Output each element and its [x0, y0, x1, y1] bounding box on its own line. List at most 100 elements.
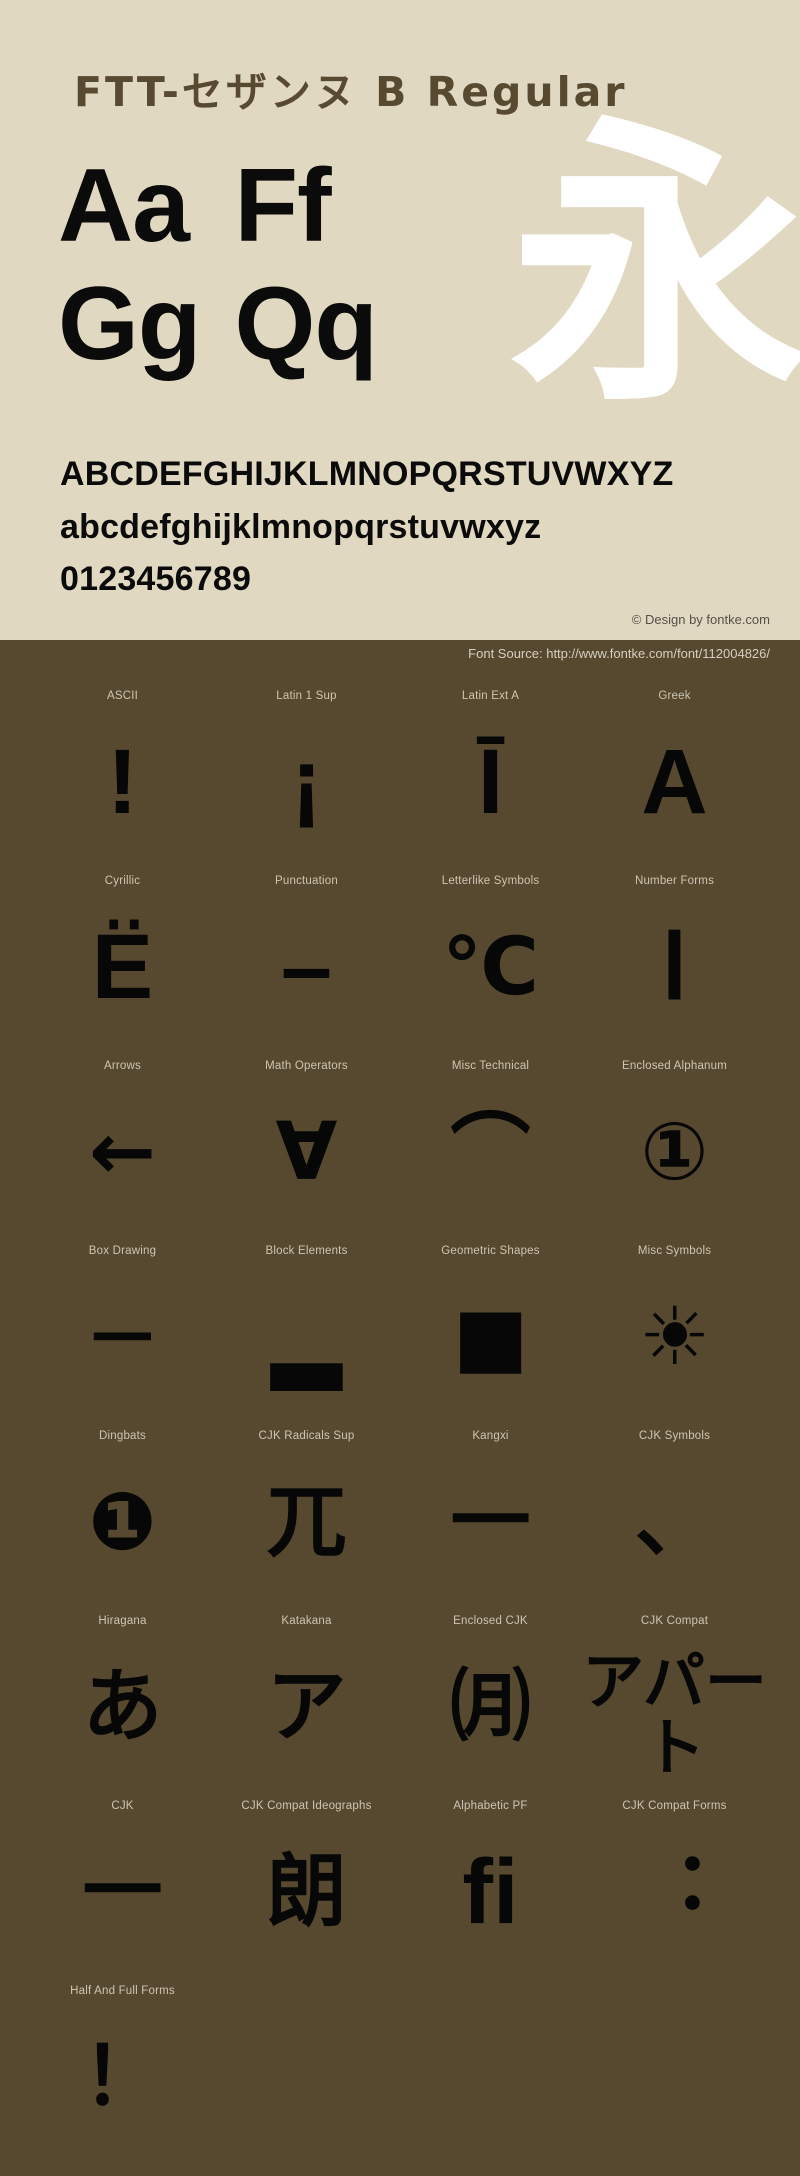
unicode-block-cell: Alphabetic PF ﬁ [398, 1784, 583, 1969]
unicode-block-grid: ASCII ! Latin 1 Sup ¡ Latin Ext A Ī Gree… [0, 674, 800, 2154]
unicode-block-glyph: あ [82, 1660, 163, 1753]
unicode-block-cell: CJK 一 [30, 1784, 215, 1969]
unicode-block-label: Hiragana [98, 1615, 147, 1627]
unicode-block-glyph: ¡ [291, 731, 322, 833]
unicode-block-cell: Katakana ア [214, 1599, 399, 1784]
unicode-block-label: Half And Full Forms [70, 1985, 175, 1997]
unicode-block-row: Arrows ← Math Operators ∀ Misc Technical… [0, 1044, 800, 1229]
unicode-block-glyph: Ī [477, 731, 504, 833]
unicode-block-label: Latin 1 Sup [276, 690, 337, 702]
large-sample-gg: Gg [58, 266, 201, 382]
unicode-block-glyph: 朗 [266, 1845, 347, 1938]
unicode-block-row: Cyrillic Ё Punctuation – Letterlike Symb… [0, 859, 800, 1044]
unicode-block-label: Letterlike Symbols [441, 875, 540, 887]
unicode-block-label: Geometric Shapes [441, 1245, 540, 1257]
unicode-block-glyph: アパート [582, 1645, 767, 1778]
unicode-block-glyph: ⌒ [450, 1105, 531, 1198]
unicode-block-label: Alphabetic PF [453, 1800, 528, 1812]
unicode-block-glyph: ︓ [634, 1845, 715, 1938]
unicode-block-glyph: ㈪ [450, 1660, 531, 1753]
unicode-block-cell: Half And Full Forms ！ [30, 1969, 215, 2154]
unicode-block-label: Number Forms [634, 875, 715, 887]
unicode-block-label: Kangxi [472, 1430, 509, 1442]
specimen-panel: FTT-セザンヌ B Regular Aa Ff Gg Qq 永 ABCDEFG… [0, 0, 800, 640]
digits-row: 0123456789 [60, 560, 252, 598]
unicode-block-glyph: ! [107, 731, 138, 833]
unicode-block-label: Punctuation [275, 875, 338, 887]
unicode-block-glyph: Ё [91, 916, 154, 1018]
unicode-block-cell: Dingbats ❶ [30, 1414, 215, 1599]
unicode-block-cell: Enclosed Alphanum ① [582, 1044, 767, 1229]
unicode-block-label: Math Operators [265, 1060, 348, 1072]
large-sample-cjk: 永 [510, 93, 800, 442]
unicode-block-cell: CJK Compat アパート [582, 1599, 767, 1784]
unicode-block-glyph: 一 [82, 1845, 163, 1938]
unicode-block-label: Block Elements [265, 1245, 348, 1257]
unicode-block-cell: Box Drawing ─ [30, 1229, 215, 1414]
font-source-link[interactable]: Font Source: http://www.fontke.com/font/… [468, 646, 770, 661]
unicode-block-cell: Latin Ext A Ī [398, 674, 583, 859]
unicode-block-label: Enclosed CJK [453, 1615, 528, 1627]
unicode-block-label: ASCII [106, 690, 139, 702]
unicode-block-glyph: ∀ [275, 1105, 338, 1198]
large-sample-grid: Aa Ff Gg Qq 永 [58, 118, 800, 440]
unicode-block-cell: Kangxi 一 [398, 1414, 583, 1599]
design-credit: © Design by fontke.com [631, 612, 770, 627]
unicode-block-cell: Block Elements ▂ [214, 1229, 399, 1414]
unicode-block-label: Box Drawing [88, 1245, 157, 1257]
uppercase-alphabet: ABCDEFGHIJKLMNOPQRSTUVWXYZ [60, 455, 674, 493]
unicode-block-cell: Misc Symbols ☀ [582, 1229, 767, 1414]
unicode-block-cell: Enclosed CJK ㈪ [398, 1599, 583, 1784]
unicode-block-label: CJK Compat Ideographs [241, 1800, 372, 1812]
unicode-block-glyph: ← [88, 1105, 157, 1198]
unicode-block-glyph: ① [640, 1105, 709, 1198]
unicode-block-glyph: 兀 [266, 1475, 347, 1568]
unicode-block-row: Hiragana あ Katakana ア Enclosed CJK ㈪ CJK… [0, 1599, 800, 1784]
unicode-block-cell: Misc Technical ⌒ [398, 1044, 583, 1229]
unicode-block-glyph: ☀ [638, 1290, 711, 1383]
large-sample-qq: Qq [234, 266, 377, 382]
unicode-block-glyph: – [280, 916, 333, 1018]
unicode-block-cell: Hiragana あ [30, 1599, 215, 1784]
unicode-block-row: Half And Full Forms ！ [0, 1969, 800, 2154]
unicode-block-label: Dingbats [99, 1430, 146, 1442]
unicode-block-glyph: ア [266, 1660, 347, 1753]
unicode-block-label: CJK Symbols [638, 1430, 711, 1442]
lowercase-alphabet: abcdefghijklmnopqrstuvwxyz [60, 508, 542, 546]
unicode-block-label: Misc Technical [451, 1060, 530, 1072]
unicode-block-cell: Geometric Shapes ■ [398, 1229, 583, 1414]
unicode-block-row: Dingbats ❶ CJK Radicals Sup 兀 Kangxi 一 C… [0, 1414, 800, 1599]
unicode-block-label: Enclosed Alphanum [621, 1060, 728, 1072]
unicode-block-label: CJK Radicals Sup [258, 1430, 355, 1442]
unicode-block-cell: Cyrillic Ё [30, 859, 215, 1044]
unicode-block-cell: Punctuation – [214, 859, 399, 1044]
unicode-block-cell: ASCII ! [30, 674, 215, 859]
unicode-block-cell: Greek Α [582, 674, 767, 859]
unicode-block-cell: CJK Compat Ideographs 朗 [214, 1784, 399, 1969]
large-sample-aa: Aa [58, 148, 190, 264]
unicode-block-label: CJK [111, 1800, 134, 1812]
unicode-block-cell: Latin 1 Sup ¡ [214, 674, 399, 859]
unicode-block-row: ASCII ! Latin 1 Sup ¡ Latin Ext A Ī Gree… [0, 674, 800, 859]
unicode-block-cell: Letterlike Symbols ℃ [398, 859, 583, 1044]
unicode-block-label: Latin Ext A [461, 690, 520, 702]
unicode-block-glyph: ﬁ [462, 1841, 519, 1943]
large-sample-ff: Ff [234, 148, 331, 264]
unicode-block-glyph: ℃ [442, 920, 539, 1013]
unicode-block-cell: Number Forms Ⅰ [582, 859, 767, 1044]
unicode-block-cell: Math Operators ∀ [214, 1044, 399, 1229]
unicode-block-glyph: ─ [94, 1283, 151, 1390]
unicode-block-label: Arrows [104, 1060, 141, 1072]
unicode-block-label: CJK Compat Forms [622, 1800, 727, 1812]
unicode-block-glyph: ▂ [271, 1283, 342, 1390]
unicode-block-label: CJK Compat [640, 1615, 709, 1627]
unicode-block-row: Box Drawing ─ Block Elements ▂ Geometric… [0, 1229, 800, 1414]
unicode-block-cell: CJK Radicals Sup 兀 [214, 1414, 399, 1599]
font-specimen-page: FTT-セザンヌ B Regular Aa Ff Gg Qq 永 ABCDEFG… [0, 0, 800, 2176]
unicode-block-glyph: 、 [634, 1475, 715, 1568]
unicode-block-label: Misc Symbols [637, 1245, 712, 1257]
unicode-block-glyph: 一 [450, 1475, 531, 1568]
unicode-block-cell: Arrows ← [30, 1044, 215, 1229]
unicode-block-glyph: ■ [452, 1290, 529, 1383]
unicode-block-label: Cyrillic [104, 875, 141, 887]
